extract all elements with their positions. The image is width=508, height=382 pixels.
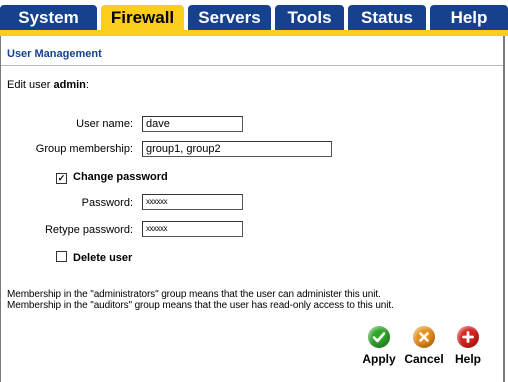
note-auditors: Membership in the "auditors" group means… xyxy=(7,300,394,311)
edit-user-line: Edit user admin: xyxy=(7,79,89,91)
note-administrators: Membership in the "administrators" group… xyxy=(7,289,381,300)
delete-user-label: Delete user xyxy=(73,252,133,264)
tab-help[interactable]: Help xyxy=(430,5,508,30)
apply-label: Apply xyxy=(362,352,396,366)
retype-password-label: Retype password: xyxy=(44,224,133,236)
password-label: Password: xyxy=(81,197,133,209)
group-membership-field[interactable]: group1, group2 xyxy=(142,141,332,157)
change-password-row: ✓ Change password xyxy=(56,171,168,184)
tab-status[interactable]: Status xyxy=(348,5,426,30)
apply-button[interactable]: Apply xyxy=(359,326,399,366)
tab-servers[interactable]: Servers xyxy=(188,5,271,30)
edit-user-prefix: Edit user xyxy=(7,79,51,91)
page-title: User Management xyxy=(7,48,102,60)
help-label: Help xyxy=(454,352,481,366)
password-field[interactable]: xxxxxx xyxy=(142,194,243,210)
delete-user-row: Delete user xyxy=(56,251,132,264)
help-plus-icon xyxy=(457,326,479,348)
change-password-checkbox[interactable]: ✓ xyxy=(56,173,67,184)
cancel-label: Cancel xyxy=(404,352,444,366)
checkmark-icon xyxy=(368,326,390,348)
tab-firewall[interactable]: Firewall xyxy=(101,5,184,30)
group-membership-label: Group membership: xyxy=(35,143,133,155)
username-label: User name: xyxy=(76,118,133,130)
edit-user-name: admin xyxy=(53,79,86,91)
help-button[interactable]: Help xyxy=(449,326,487,366)
top-navigation: System Firewall Servers Tools Status Hel… xyxy=(0,0,508,30)
username-field[interactable]: dave xyxy=(142,116,243,132)
change-password-label: Change password xyxy=(73,171,168,183)
tab-tools[interactable]: Tools xyxy=(275,5,344,30)
cancel-button[interactable]: Cancel xyxy=(402,326,446,366)
tab-system[interactable]: System xyxy=(0,5,97,30)
content-panel: User Management Edit user admin: User na… xyxy=(0,36,505,382)
divider xyxy=(1,65,503,66)
cancel-x-icon xyxy=(413,326,435,348)
delete-user-checkbox[interactable] xyxy=(56,251,67,262)
edit-user-suffix: : xyxy=(85,79,89,91)
retype-password-field[interactable]: xxxxxx xyxy=(142,221,243,237)
